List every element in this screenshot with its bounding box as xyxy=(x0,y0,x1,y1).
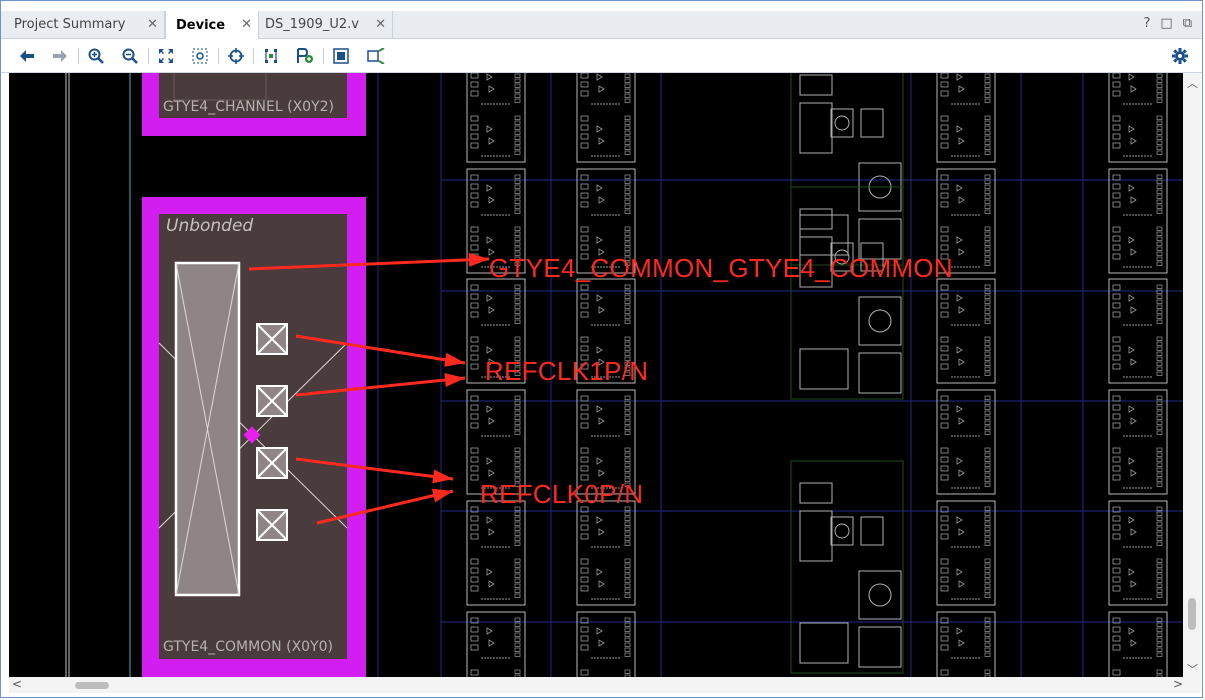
scroll-down-icon[interactable]: ﹀ xyxy=(1187,661,1198,677)
window-buttons: ? □ ⧉ xyxy=(1144,16,1193,31)
zoom-selection-icon[interactable] xyxy=(189,45,211,67)
select-area-icon[interactable] xyxy=(365,45,387,67)
close-icon[interactable]: ✕ xyxy=(375,17,386,32)
arrow-head xyxy=(468,252,489,267)
horizontal-scrollbar[interactable]: < > xyxy=(9,677,1201,693)
crosshair-icon[interactable] xyxy=(225,45,247,67)
arrow-head xyxy=(444,352,465,367)
clb-tile xyxy=(936,278,996,384)
arrow-head xyxy=(431,488,453,503)
back-icon[interactable] xyxy=(16,45,38,67)
forward-icon[interactable] xyxy=(49,45,71,67)
clb-tile xyxy=(1108,278,1168,384)
zoom-in-icon[interactable] xyxy=(85,45,107,67)
clb-tile xyxy=(466,500,526,606)
annotation-refclk1: REFCLK1P/N xyxy=(485,356,649,386)
arrow-head xyxy=(432,469,453,484)
clb-tile xyxy=(936,500,996,606)
device-toolbar xyxy=(1,39,1202,73)
tab-label: Device xyxy=(176,17,226,33)
vertical-scroll-thumb[interactable] xyxy=(1188,598,1196,630)
close-icon[interactable]: ✕ xyxy=(147,17,158,32)
restore-icon[interactable]: ⧉ xyxy=(1183,16,1192,31)
zoom-out-icon[interactable] xyxy=(119,45,141,67)
horizontal-scroll-thumb[interactable] xyxy=(75,682,109,689)
unbonded-label: Unbonded xyxy=(166,216,254,236)
tab-ds-1909-u2[interactable]: DS_1909_U2.v ✕ xyxy=(259,11,393,38)
clb-tile xyxy=(576,73,636,163)
arrow-head xyxy=(444,373,465,387)
package-view-icon[interactable] xyxy=(330,45,352,67)
tab-label: Project Summary xyxy=(14,17,126,32)
close-icon[interactable]: ✕ xyxy=(241,17,252,32)
add-pblock-icon[interactable] xyxy=(294,45,316,67)
clb-tile xyxy=(1108,73,1168,163)
left-margin xyxy=(1,73,9,677)
clb-tile xyxy=(1108,168,1168,274)
help-icon[interactable]: ? xyxy=(1144,16,1151,31)
scroll-up-icon[interactable]: ︿ xyxy=(1187,75,1198,91)
clb-tile xyxy=(466,73,526,163)
annotation-gtye4-common: GTYE4_COMMON_GTYE4_COMMON xyxy=(489,253,954,283)
clb-tile xyxy=(936,389,996,495)
tab-project-summary[interactable]: Project Summary ✕ xyxy=(1,11,165,38)
dsp-tile xyxy=(790,73,904,266)
zoom-fit-icon[interactable] xyxy=(155,45,177,67)
tab-bar: Project Summary ✕ Device ✕ DS_1909_U2.v … xyxy=(1,11,1202,39)
common-site-label: GTYE4_COMMON (X0Y0) xyxy=(163,639,333,655)
scroll-right-icon[interactable]: > xyxy=(1173,677,1183,691)
maximize-icon[interactable]: □ xyxy=(1160,16,1172,31)
clb-tile xyxy=(1108,389,1168,495)
annotation-refclk0: REFCLK0P/N xyxy=(480,479,644,509)
route-icon[interactable] xyxy=(260,45,282,67)
tab-label: DS_1909_U2.v xyxy=(265,17,359,32)
clb-tile xyxy=(936,73,996,163)
vertical-scrollbar[interactable]: ︿ ﹀ xyxy=(1183,73,1201,677)
clb-tile xyxy=(1108,500,1168,606)
clb-tile xyxy=(576,500,636,606)
channel-site-label: GTYE4_CHANNEL (X0Y2) xyxy=(163,99,335,115)
dsp-tile xyxy=(790,460,904,674)
scroll-left-icon[interactable]: < xyxy=(12,677,22,691)
settings-icon[interactable] xyxy=(1169,45,1191,67)
device-canvas[interactable]: GTYE4_CHANNEL (X0Y2) Unbonded GTYE4_COMM… xyxy=(9,73,1183,677)
tab-device[interactable]: Device ✕ xyxy=(165,11,259,39)
